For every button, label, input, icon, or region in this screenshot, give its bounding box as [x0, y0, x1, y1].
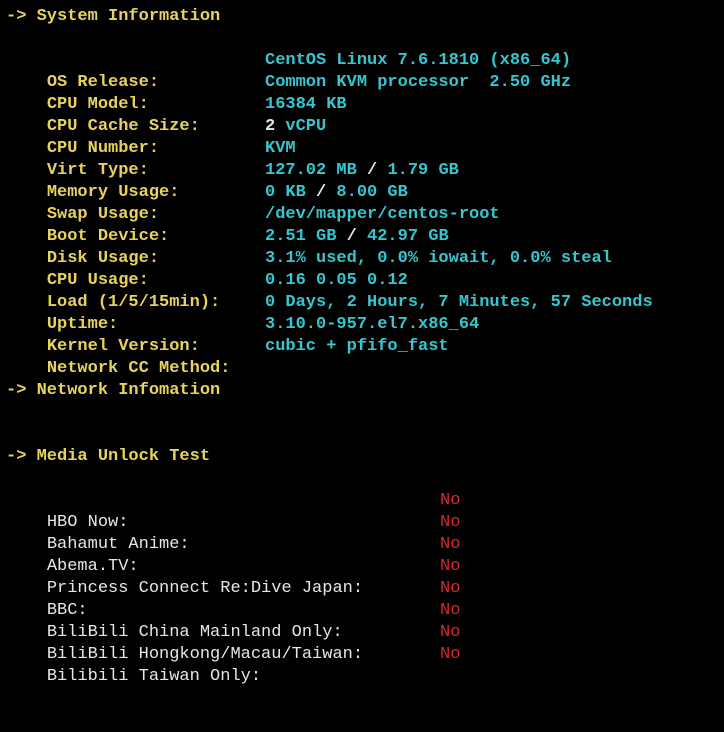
terminal-window: -> System Information OS Release: CentOS…: [0, 0, 724, 686]
disk-usage-row: Disk Usage: 2.51 GB / 42.97 GB: [6, 226, 449, 268]
system-section-heading: -> System Information: [6, 7, 221, 26]
load-row: Load (1/5/15min): 0.16 0.05 0.12: [6, 270, 408, 312]
service-label: Bilibili Taiwan Only:: [46, 667, 262, 686]
row-value: 2 vCPU: [265, 116, 326, 138]
row-value: 0.16 0.05 0.12: [265, 271, 408, 290]
cpu-unit: vCPU: [275, 117, 327, 136]
media-row-hbo: HBO Now: No: [6, 490, 461, 532]
row-value: 2.51 GB / 42.97 GB: [265, 226, 449, 248]
media-row-bahamut: Bahamut Anime: No: [6, 512, 461, 554]
row-value: 16384 KB: [265, 95, 347, 114]
row-value: /dev/mapper/centos-root: [265, 205, 500, 224]
kernel-version-row: Kernel Version: 3.10.0-957.el7.x86_64: [6, 314, 479, 356]
cpu-number-row: CPU Number: 2 vCPU: [6, 116, 326, 158]
memory-usage-row: Memory Usage: 127.02 MB / 1.79 GB: [6, 160, 459, 202]
virt-type-row: Virt Type: KVM: [6, 138, 296, 180]
row-value: 0 KB / 8.00 GB: [265, 182, 408, 204]
service-label: Princess Connect Re:Dive Japan:: [46, 579, 364, 598]
boot-device-row: Boot Device: /dev/mapper/centos-root: [6, 204, 500, 246]
row-value: 0 Days, 2 Hours, 7 Minutes, 57 Seconds: [265, 293, 653, 312]
swap-usage-row: Swap Usage: 0 KB / 8.00 GB: [6, 182, 408, 224]
network-section-heading: -> Network Infomation: [6, 381, 221, 400]
total-value: 1.79 GB: [387, 161, 459, 180]
cpu-count: 2: [265, 117, 276, 136]
unlock-result: No: [440, 645, 461, 664]
row-value: 3.10.0-957.el7.x86_64: [265, 315, 480, 334]
row-label: Network CC Method:: [46, 359, 231, 378]
media-row-bilibili-taiwan: Bilibili Taiwan Only: No: [6, 644, 461, 686]
media-row-bilibili-hk: BiliBili Hongkong/Macau/Taiwan: No: [6, 622, 461, 664]
separator: /: [336, 227, 368, 246]
os-release-row: OS Release: CentOS Linux 7.6.1810 (x86_6…: [6, 50, 571, 92]
media-row-bbc: BBC: No: [6, 578, 461, 620]
cpu-cache-row: CPU Cache Size: 16384 KB: [6, 94, 347, 136]
unlock-result: No: [440, 535, 461, 554]
unlock-result: No: [440, 579, 461, 598]
row-value: cubic + pfifo_fast: [265, 337, 449, 356]
cpu-usage-row: CPU Usage: 3.1% used, 0.0% iowait, 0.0% …: [6, 248, 612, 290]
cpu-model-row: CPU Model: Common KVM processor 2.50 GHz: [6, 72, 571, 114]
used-value: 127.02 MB: [265, 161, 357, 180]
used-value: 0 KB: [265, 183, 306, 202]
media-row-princess-connect: Princess Connect Re:Dive Japan: No: [6, 556, 461, 598]
row-value: KVM: [265, 139, 296, 158]
separator: /: [305, 183, 337, 202]
row-value: CentOS Linux 7.6.1810 (x86_64): [265, 51, 572, 70]
unlock-result: No: [440, 623, 461, 642]
used-value: 2.51 GB: [265, 227, 337, 246]
media-row-abema: Abema.TV: No: [6, 534, 461, 576]
unlock-result: No: [440, 513, 461, 532]
media-row-bilibili-china: BiliBili China Mainland Only: No: [6, 600, 461, 642]
total-value: 42.97 GB: [367, 227, 449, 246]
unlock-result: No: [440, 557, 461, 576]
network-cc-row: Network CC Method: cubic + pfifo_fast: [6, 336, 449, 378]
separator: /: [356, 161, 388, 180]
row-value: 3.1% used, 0.0% iowait, 0.0% steal: [265, 249, 612, 268]
total-value: 8.00 GB: [336, 183, 408, 202]
unlock-result: No: [440, 491, 461, 510]
row-value: 127.02 MB / 1.79 GB: [265, 160, 459, 182]
unlock-result: No: [440, 601, 461, 620]
row-value: Common KVM processor 2.50 GHz: [265, 73, 572, 92]
media-section-heading: -> Media Unlock Test: [6, 447, 211, 466]
uptime-row: Uptime: 0 Days, 2 Hours, 7 Minutes, 57 S…: [6, 292, 653, 334]
